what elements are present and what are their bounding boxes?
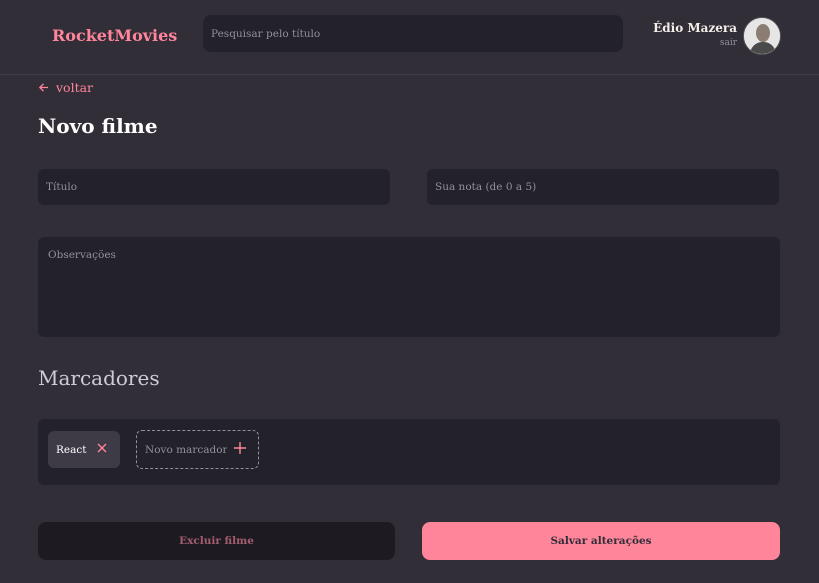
- avatar[interactable]: [743, 17, 781, 55]
- new-tag-field: [136, 430, 259, 469]
- close-icon[interactable]: [96, 442, 108, 454]
- save-changes-button[interactable]: Salvar alterações: [422, 522, 780, 560]
- new-tag-input[interactable]: [137, 443, 227, 456]
- back-link[interactable]: voltar: [38, 80, 93, 95]
- rating-input[interactable]: [427, 169, 779, 205]
- user-photo-icon: [744, 18, 780, 54]
- tag-item: React: [48, 431, 120, 468]
- notes-textarea[interactable]: [38, 237, 780, 337]
- arrow-left-icon: [38, 83, 49, 92]
- back-label: voltar: [56, 80, 94, 95]
- header: RocketMovies Édio Mazera sair: [0, 0, 819, 75]
- tags-container: React: [38, 419, 780, 485]
- signout-link[interactable]: sair: [720, 38, 737, 48]
- tag-label: React: [56, 443, 87, 456]
- brand-logo[interactable]: RocketMovies: [52, 26, 177, 45]
- title-input[interactable]: [38, 169, 390, 205]
- plus-icon[interactable]: [233, 441, 247, 455]
- tags-section-title: Marcadores: [38, 366, 160, 390]
- search-input[interactable]: [203, 15, 623, 52]
- delete-movie-button[interactable]: Excluir filme: [38, 522, 395, 560]
- user-name: Édio Mazera: [653, 21, 737, 35]
- page-title: Novo filme: [38, 114, 158, 138]
